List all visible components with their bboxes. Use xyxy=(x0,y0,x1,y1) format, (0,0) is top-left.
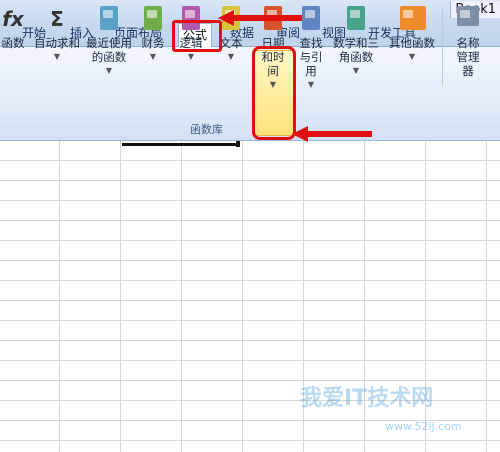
chevron-down-icon: ▼ xyxy=(53,52,61,61)
text-label: 文本 xyxy=(219,36,243,50)
name-manager-icon xyxy=(456,6,480,32)
recent-functions-label: 最近使用的函数 xyxy=(86,36,132,64)
insert-function-label: 函数 xyxy=(1,36,25,50)
annotation-box-datetime xyxy=(252,46,296,140)
insert-function-button[interactable]: fx 函数 xyxy=(0,6,26,50)
name-manager-label: 名称管理器 xyxy=(456,36,480,78)
fill-handle[interactable] xyxy=(236,141,240,147)
math-trig-button[interactable]: 数学和三角函数 ▼ xyxy=(330,6,382,78)
name-manager-button[interactable]: 名称管理器 xyxy=(448,6,488,78)
lookup-reference-label: 查找与引用 xyxy=(299,36,323,78)
more-functions-label: 其他函数 xyxy=(389,36,435,50)
financial-label: 财务 xyxy=(141,36,165,50)
annotation-arrow-tab xyxy=(218,10,302,26)
annotation-box-formulas-tab xyxy=(172,20,222,52)
autosum-label: 自动求和 xyxy=(34,36,80,50)
chevron-down-icon: ▼ xyxy=(149,52,157,61)
chevron-down-icon: ▼ xyxy=(352,66,360,75)
ribbon-group-divider xyxy=(442,6,443,86)
chevron-down-icon: ▼ xyxy=(227,52,235,61)
chevron-down-icon: ▼ xyxy=(105,66,113,75)
financial-book-icon xyxy=(141,6,165,32)
math-trig-label: 数学和三角函数 xyxy=(333,36,379,64)
financial-button[interactable]: 财务 ▼ xyxy=(138,6,168,64)
chevron-down-icon: ▼ xyxy=(408,52,416,61)
more-functions-book-icon xyxy=(400,6,426,32)
math-book-icon xyxy=(344,6,368,32)
sigma-icon: Σ xyxy=(50,7,64,31)
watermark-text: 我爱IT技术网 xyxy=(300,386,434,411)
more-functions-button[interactable]: 其他函数 ▼ xyxy=(386,6,438,64)
watermark-url: www.52ij.com xyxy=(385,420,462,433)
function-library-group-label: 函数库 xyxy=(190,123,223,136)
chevron-down-icon: ▼ xyxy=(307,80,315,89)
lookup-book-icon xyxy=(299,6,323,32)
recent-functions-button[interactable]: 最近使用的函数 ▼ xyxy=(84,6,134,78)
insert-function-icon: fx xyxy=(2,7,24,31)
chevron-down-icon: ▼ xyxy=(187,52,195,61)
recent-functions-book-icon xyxy=(97,6,121,32)
selected-cell-border xyxy=(122,143,237,146)
annotation-arrow-datetime xyxy=(292,126,372,142)
autosum-button[interactable]: Σ 自动求和 ▼ xyxy=(32,6,82,64)
